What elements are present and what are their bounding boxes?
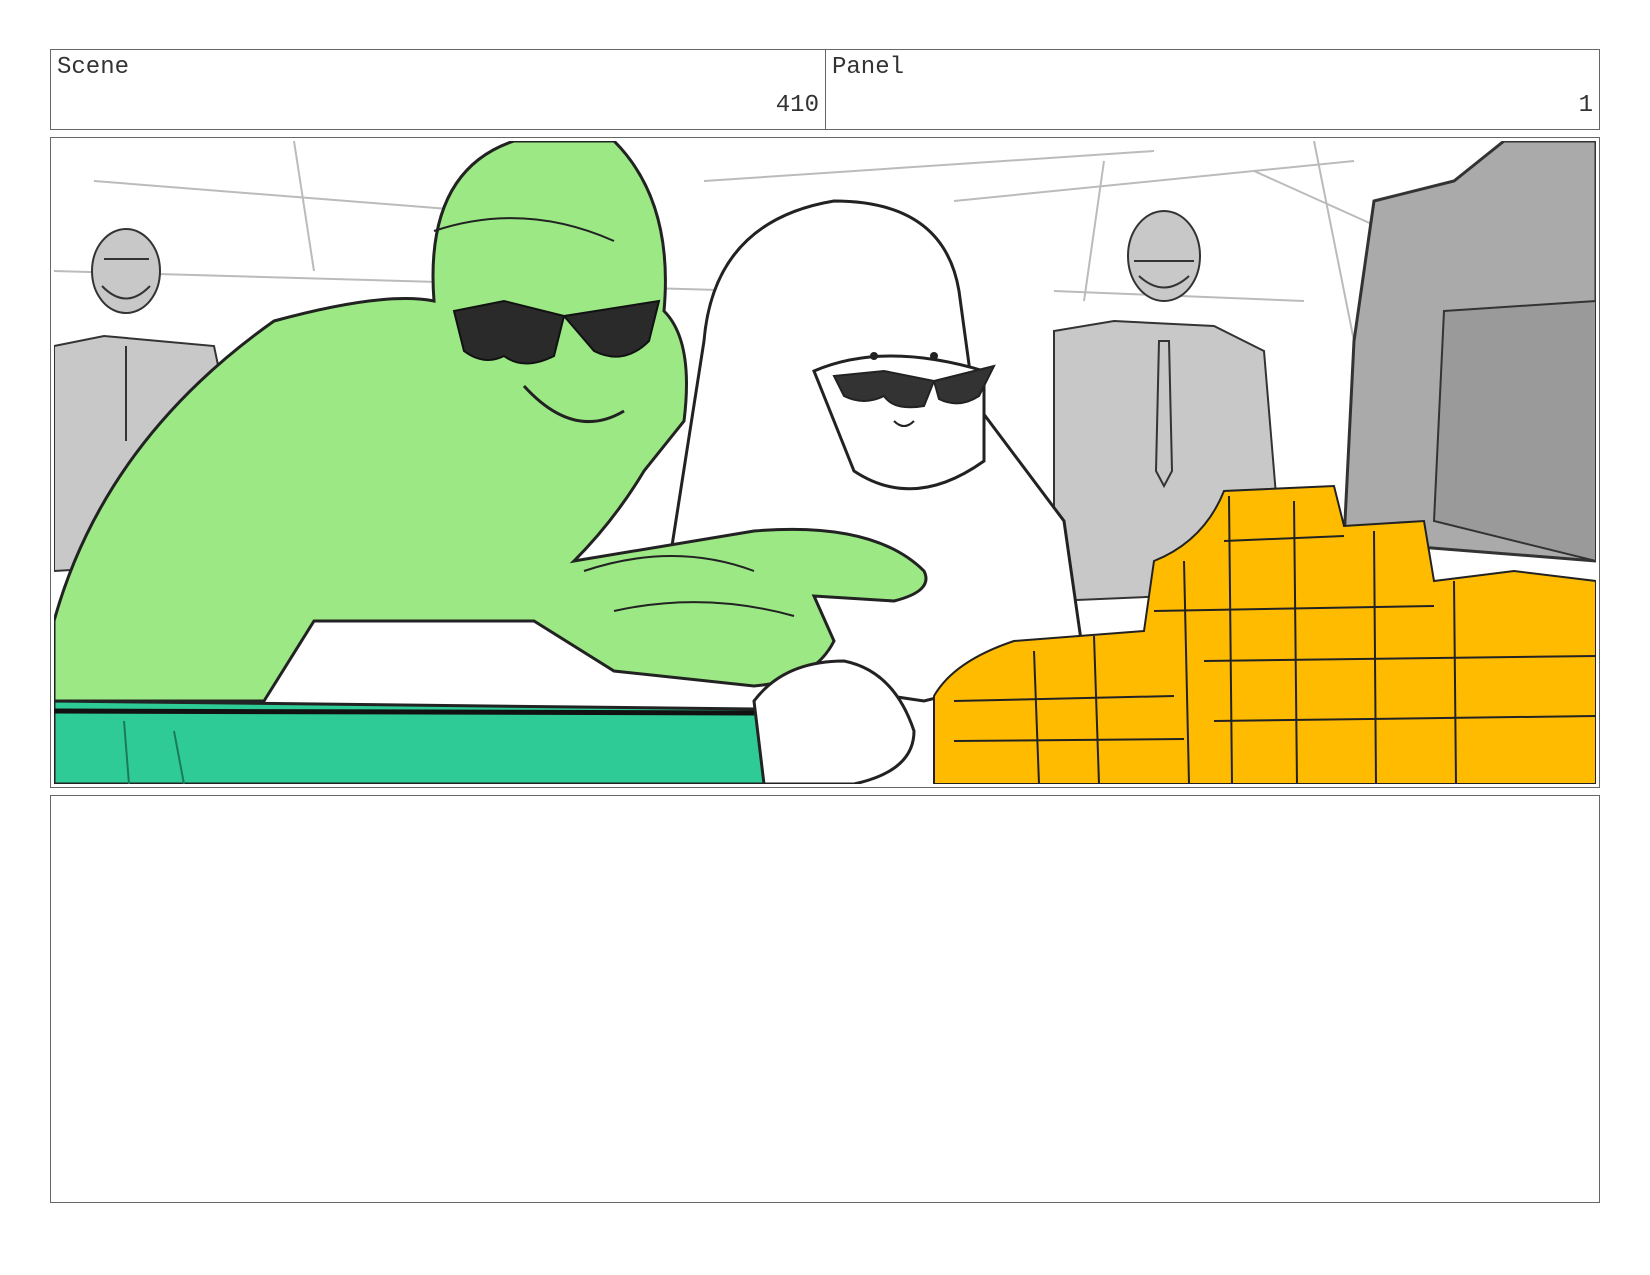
- notes-box: [50, 795, 1600, 1203]
- panel-header: Scene 410 Panel 1: [50, 49, 1600, 130]
- table-surface: [54, 699, 836, 784]
- foreground-figure-right: [1342, 141, 1596, 563]
- panel-cell: Panel 1: [826, 50, 1599, 129]
- panel-number: 1: [1578, 92, 1593, 119]
- scene-cell: Scene 410: [51, 50, 826, 129]
- scene-number: 410: [775, 92, 819, 119]
- storyboard-frame: [50, 137, 1600, 788]
- storyboard-sketch: [54, 141, 1596, 784]
- storyboard-drawing: [54, 141, 1596, 784]
- scene-label: Scene: [57, 54, 130, 81]
- panel-label: Panel: [832, 54, 905, 81]
